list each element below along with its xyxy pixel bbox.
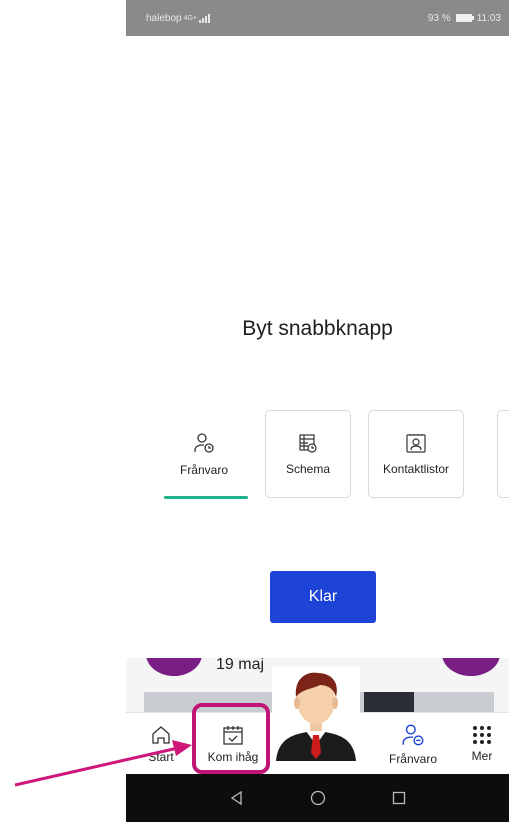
quick-button-label: Schema (285, 462, 331, 476)
nav-label: Frånvaro (388, 752, 438, 766)
quick-button-more-partial[interactable] (497, 410, 509, 498)
home-circle-icon[interactable] (310, 790, 326, 806)
status-left: halebop 4G+ (146, 12, 211, 24)
quick-button-label: Kontaktlistor (382, 462, 450, 476)
status-bar: halebop 4G+ 93 % 11:03 (126, 0, 509, 36)
carrier-name: halebop (146, 12, 182, 24)
sheet-title: Byt snabbknapp (242, 317, 393, 340)
status-right: 93 % 11:03 (428, 13, 501, 24)
nav-mer[interactable]: Mer (462, 713, 502, 775)
done-button[interactable]: Klar (270, 571, 376, 623)
person-clock-icon (402, 724, 424, 746)
quick-button-franvaro[interactable]: Frånvaro (161, 410, 248, 499)
nav-start[interactable]: Start (136, 713, 186, 775)
highlight-box (192, 703, 270, 774)
nav-label: Start (148, 750, 174, 764)
contact-card-icon (406, 434, 426, 453)
recents-icon[interactable] (392, 791, 406, 805)
battery-icon (455, 14, 474, 22)
nav-label: Mer (471, 749, 493, 763)
quick-button-schema[interactable]: Schema (265, 410, 351, 498)
nav-franvaro[interactable]: Frånvaro (380, 713, 446, 775)
person-clock-icon (194, 433, 214, 453)
dots-grid-icon (473, 726, 491, 744)
quick-button-kontaktlistor[interactable]: Kontaktlistor (368, 410, 464, 498)
news-image-dark (364, 692, 414, 712)
android-navigation-bar (126, 774, 509, 822)
calendar-grid-icon (299, 434, 317, 453)
home-icon (152, 726, 170, 744)
purple-avatar-left (146, 658, 202, 676)
businessman-avatar-icon (272, 667, 360, 761)
event-date: 19 maj (216, 658, 265, 673)
purple-avatar-right (442, 658, 500, 676)
network-type: 4G+ (183, 14, 198, 22)
clock: 11:03 (476, 12, 501, 24)
signal-icon (199, 13, 211, 23)
back-icon[interactable] (229, 790, 245, 806)
quick-button-sheet: Byt snabbknapp Frånvaro Schema Kontaktli… (126, 36, 509, 658)
quick-button-label: Frånvaro (179, 463, 229, 477)
battery-percent: 93 % (427, 12, 451, 24)
